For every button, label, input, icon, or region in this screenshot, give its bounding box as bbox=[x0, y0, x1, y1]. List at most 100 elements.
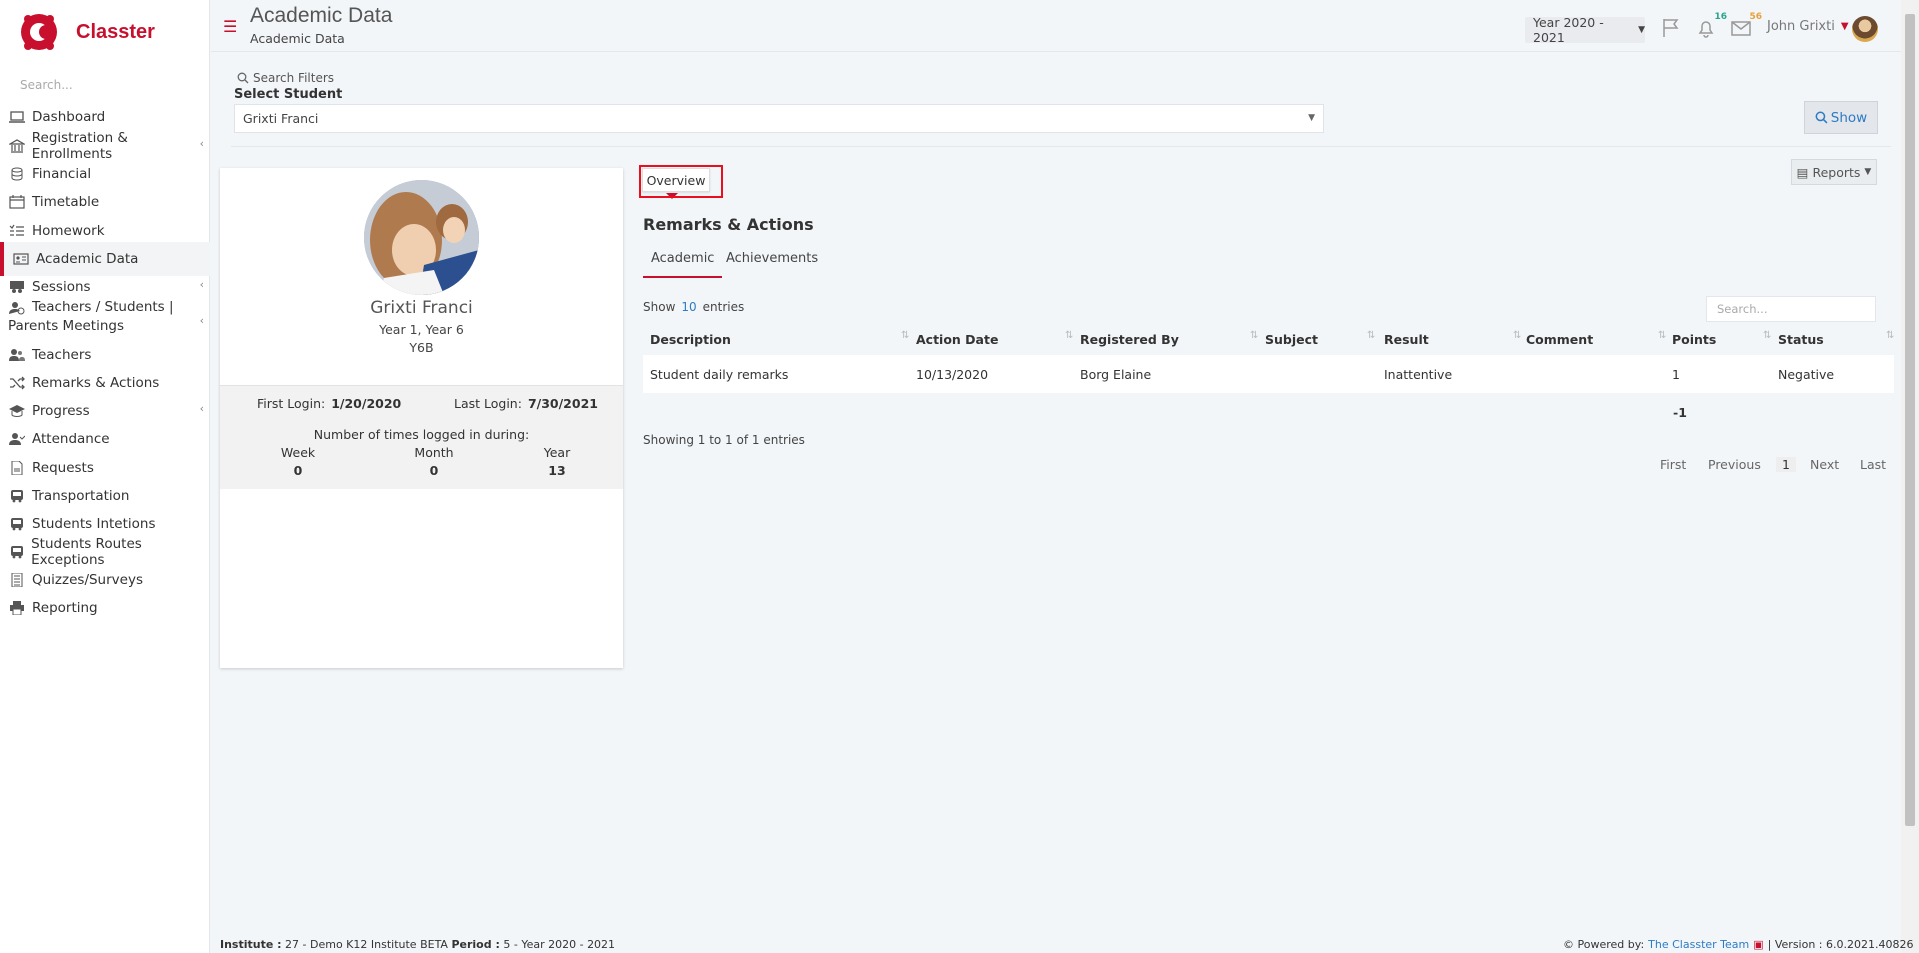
sidebar: Classter DashboardRegistration & Enrollm… bbox=[0, 0, 210, 953]
bus-icon bbox=[8, 516, 26, 532]
column-header-action-date[interactable]: Action Date bbox=[916, 332, 998, 347]
page-scrollbar[interactable] bbox=[1901, 0, 1919, 953]
first-login-label: First Login: bbox=[257, 396, 326, 411]
year-selector-label: Year 2020 - 2021 bbox=[1533, 15, 1604, 45]
footer-info: Institute : 27 - Demo K12 Institute BETA… bbox=[220, 938, 615, 951]
year-selector[interactable]: Year 2020 - 2021 ▼ bbox=[1525, 15, 1645, 45]
sort-icon[interactable]: ⇅ bbox=[1886, 330, 1894, 341]
column-header-comment[interactable]: Comment bbox=[1526, 332, 1593, 347]
search-filters-toggle[interactable]: Search Filters bbox=[237, 71, 334, 85]
graduation-cap-icon bbox=[8, 403, 26, 419]
highlight-box bbox=[639, 165, 723, 198]
pagination-previous[interactable]: Previous bbox=[1708, 457, 1761, 472]
flag-icon[interactable] bbox=[1660, 17, 1682, 39]
column-header-registered-by[interactable]: Registered By bbox=[1080, 332, 1179, 347]
pagination-next[interactable]: Next bbox=[1810, 457, 1839, 472]
sort-icon[interactable]: ⇅ bbox=[1065, 330, 1073, 341]
table-search-input[interactable] bbox=[1706, 296, 1876, 322]
page-title: Academic Data bbox=[250, 4, 393, 27]
table-row[interactable] bbox=[643, 355, 1894, 393]
pagination-current[interactable]: 1 bbox=[1776, 457, 1796, 472]
show-entries-suffix: entries bbox=[702, 300, 745, 314]
search-filters-label: Search Filters bbox=[253, 71, 335, 85]
student-class: Y6B bbox=[409, 340, 434, 355]
show-entries-prefix: Show bbox=[643, 300, 676, 314]
column-header-points[interactable]: Points bbox=[1672, 332, 1716, 347]
section-title: Remarks & Actions bbox=[643, 215, 814, 234]
bell-icon[interactable]: 16 bbox=[1695, 12, 1727, 39]
points-total: -1 bbox=[1673, 405, 1687, 420]
last-login-label: Last Login: bbox=[454, 396, 522, 411]
caret-down-icon: ▼ bbox=[1308, 113, 1315, 123]
sort-icon[interactable]: ⇅ bbox=[901, 330, 909, 341]
classter-logo-icon bbox=[21, 14, 57, 50]
sidebar-item-label: Financial bbox=[32, 166, 92, 182]
entries-count-select[interactable]: 10 bbox=[681, 300, 696, 314]
avatar[interactable] bbox=[1852, 16, 1878, 42]
bus-icon bbox=[8, 488, 26, 504]
search-icon bbox=[1815, 111, 1828, 124]
sort-icon[interactable]: ⇅ bbox=[1658, 330, 1666, 341]
list-check-icon bbox=[8, 223, 26, 239]
sidebar-item-teachers-students-parents-meetings[interactable]: Teachers / Students | Parents Meetings ‹ bbox=[0, 298, 210, 338]
tab-academic[interactable]: Academic bbox=[643, 249, 723, 278]
student-profile-card: Grixti Franci Year 1, Year 6 Y6B First L… bbox=[220, 168, 623, 668]
column-header-status[interactable]: Status bbox=[1778, 332, 1824, 347]
show-button[interactable]: Show bbox=[1804, 101, 1878, 134]
app-name: Classter bbox=[76, 20, 155, 43]
student-select-value: Grixti Franci bbox=[243, 111, 319, 126]
week-stat: Week 0 bbox=[258, 444, 338, 480]
sidebar-item-label: Dashboard bbox=[32, 109, 106, 125]
institute-label: Institute : bbox=[220, 938, 282, 951]
cell-registered-by: Borg Elaine bbox=[1080, 367, 1152, 382]
first-login-value: 1/20/2020 bbox=[331, 396, 402, 411]
reports-button[interactable]: ▤ Reports ▼ bbox=[1791, 159, 1877, 185]
scrollbar-thumb[interactable] bbox=[1905, 14, 1915, 826]
year-label: Year bbox=[543, 445, 571, 460]
hamburger-menu-icon[interactable]: ☰ bbox=[223, 19, 237, 35]
first-login: First Login: 1/20/2020 bbox=[257, 396, 401, 411]
classter-logo[interactable]: Classter bbox=[18, 10, 198, 54]
sort-icon[interactable]: ⇅ bbox=[1763, 330, 1771, 341]
student-year: Year 1, Year 6 bbox=[379, 322, 464, 337]
messages-badge: 56 bbox=[1749, 12, 1762, 22]
envelope-icon[interactable]: 56 bbox=[1730, 12, 1762, 39]
month-stat: Month 0 bbox=[394, 444, 474, 480]
sidebar-item-label: Progress bbox=[32, 403, 90, 419]
column-header-subject[interactable]: Subject bbox=[1265, 332, 1318, 347]
powered-link[interactable]: The Classter Team bbox=[1648, 938, 1749, 951]
calendar-icon bbox=[8, 194, 26, 210]
sidebar-item-label: Remarks & Actions bbox=[32, 375, 160, 391]
pagination-last[interactable]: Last bbox=[1860, 457, 1886, 472]
document-icon: ▤ bbox=[1796, 164, 1809, 180]
sort-icon[interactable]: ⇅ bbox=[1513, 330, 1521, 341]
select-student-label: Select Student bbox=[234, 87, 343, 102]
sidebar-item-label: Homework bbox=[32, 223, 105, 239]
pagination-first[interactable]: First bbox=[1660, 457, 1686, 472]
column-header-result[interactable]: Result bbox=[1384, 332, 1429, 347]
sort-icon[interactable]: ⇅ bbox=[1250, 330, 1258, 341]
caret-down-icon: ▼ bbox=[1864, 167, 1872, 177]
search-filters: Search Filters Select Student Grixti Fra… bbox=[231, 69, 1891, 147]
users-icon bbox=[8, 347, 26, 363]
column-header-description[interactable]: Description bbox=[650, 332, 731, 347]
sidebar-item-label: Sessions bbox=[32, 279, 91, 295]
sidebar-item-label: Transportation bbox=[32, 488, 130, 504]
period-value: 5 - Year 2020 - 2021 bbox=[503, 938, 616, 951]
last-login: Last Login: 7/30/2021 bbox=[454, 396, 598, 411]
bus-icon bbox=[8, 544, 25, 560]
sidebar-search-input[interactable] bbox=[20, 74, 190, 96]
tab-achievements[interactable]: Achievements bbox=[718, 249, 826, 278]
sidebar-item-reporting[interactable]: Reporting bbox=[0, 591, 210, 625]
student-select[interactable]: Grixti Franci ▼ bbox=[234, 104, 1324, 133]
powered-label: Powered by: bbox=[1577, 938, 1645, 951]
month-label: Month bbox=[414, 445, 454, 460]
checklist-icon bbox=[8, 572, 26, 588]
sort-icon[interactable]: ⇅ bbox=[1367, 330, 1375, 341]
user-menu[interactable]: John Grixti ▼ bbox=[1767, 19, 1849, 34]
cell-description: Student daily remarks bbox=[650, 367, 789, 382]
chevron-left-icon: ‹ bbox=[199, 278, 204, 291]
cell-result: Inattentive bbox=[1384, 367, 1453, 382]
sidebar-item-label: Quizzes/Surveys bbox=[32, 572, 143, 588]
sidebar-item-label: Teachers bbox=[32, 347, 92, 363]
